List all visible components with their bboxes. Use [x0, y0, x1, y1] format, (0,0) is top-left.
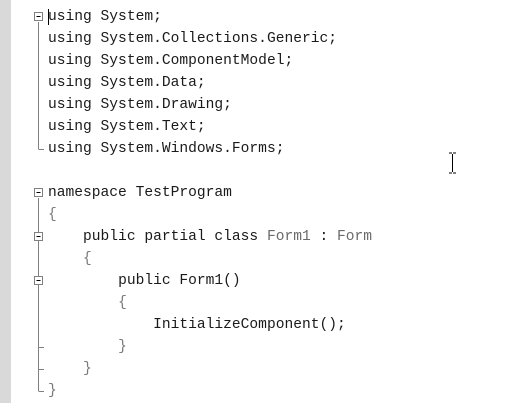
code-line[interactable]: } — [48, 358, 92, 380]
code-line[interactable]: InitializeComponent(); — [48, 314, 346, 336]
code-line[interactable]: using System.Drawing; — [48, 94, 232, 116]
code-token: } — [83, 361, 92, 377]
code-token: using System.Text; — [48, 119, 206, 135]
code-token: InitializeComponent(); — [153, 317, 346, 333]
code-token: } — [118, 339, 127, 355]
code-line[interactable]: using System.Collections.Generic; — [48, 28, 337, 50]
code-editor[interactable]: using System; using System.Collections.Ge… — [0, 0, 521, 403]
ibeam-cursor-icon — [449, 152, 456, 174]
code-token: using System.Collections.Generic; — [48, 31, 338, 47]
collapse-toggle-icon[interactable] — [34, 188, 43, 197]
code-line[interactable]: { — [48, 292, 127, 314]
code-token: using System.Data; — [48, 75, 206, 91]
collapse-toggle-icon[interactable] — [34, 276, 43, 285]
code-line[interactable]: using System.Windows.Forms; — [48, 138, 284, 160]
code-token: using System.Drawing; — [48, 97, 232, 113]
collapse-toggle-icon[interactable] — [34, 12, 43, 21]
code-token: public partial class — [83, 229, 267, 245]
code-token: : — [310, 229, 338, 245]
code-token: Form — [337, 229, 373, 245]
code-token: using System; — [48, 9, 162, 25]
code-line[interactable]: public Form1() — [48, 270, 241, 292]
code-token: using System.ComponentModel; — [48, 53, 294, 69]
code-line[interactable]: } — [48, 336, 127, 358]
code-token: { — [83, 251, 92, 267]
code-token: public Form1() — [118, 273, 241, 289]
code-line[interactable]: using System.Data; — [48, 72, 206, 94]
code-line[interactable]: { — [48, 204, 57, 226]
code-token: { — [118, 295, 127, 311]
code-line[interactable]: using System.ComponentModel; — [48, 50, 293, 72]
code-line[interactable]: { — [48, 248, 92, 270]
code-token: using System.Windows.Forms; — [48, 141, 285, 157]
text-caret — [48, 9, 49, 25]
code-line[interactable]: namespace TestProgram — [48, 182, 232, 204]
code-token: { — [48, 207, 57, 223]
code-token: Form1 — [266, 229, 311, 245]
code-line[interactable]: public partial class Form1 : Form — [48, 226, 372, 248]
code-line[interactable]: } — [48, 380, 57, 402]
code-line[interactable]: using System.Text; — [48, 116, 206, 138]
code-line[interactable]: using System; — [48, 6, 162, 28]
code-token: namespace TestProgram — [48, 185, 232, 201]
collapse-toggle-icon[interactable] — [34, 232, 43, 241]
code-token: } — [48, 383, 57, 399]
